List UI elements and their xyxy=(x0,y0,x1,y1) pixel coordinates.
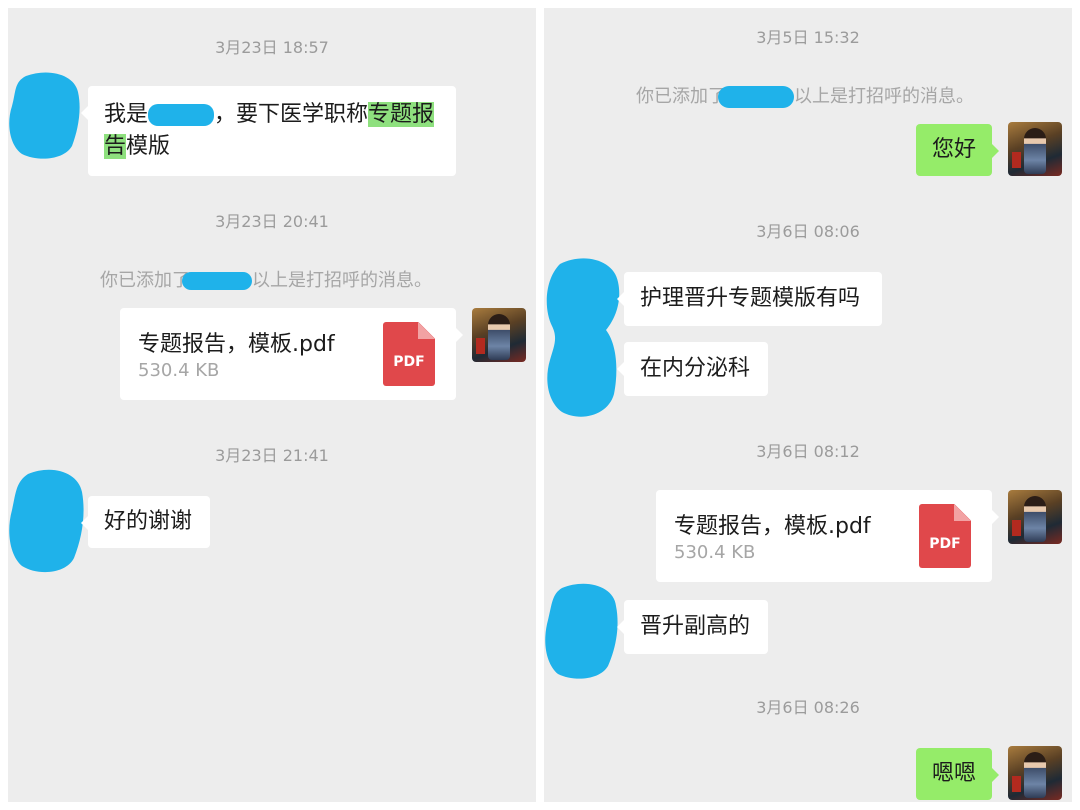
avatar-accent xyxy=(476,338,485,354)
highlighted-text: 专题报 xyxy=(368,102,435,127)
message-bubble[interactable]: 您好 xyxy=(916,124,999,176)
message-bubble[interactable]: 好的谢谢 xyxy=(81,496,210,548)
my-avatar[interactable] xyxy=(1008,122,1062,176)
system-message-prefix: 你已添加了 xyxy=(100,270,190,291)
message-bubble[interactable]: 嗯嗯 xyxy=(916,748,999,800)
redacted-name xyxy=(718,86,794,108)
redacted-avatar-icon[interactable] xyxy=(544,254,622,424)
my-avatar[interactable] xyxy=(472,308,526,362)
timestamp: 3月23日 20:41 xyxy=(215,212,329,231)
message-text: 您好 xyxy=(932,137,977,162)
redacted-name xyxy=(182,272,252,290)
my-avatar[interactable] xyxy=(1008,746,1062,800)
chat-panel-right[interactable]: 3月5日 15:32 你已添加了 以上是打招呼的消息。 您好 3月6日 08:06… xyxy=(544,8,1072,802)
highlighted-text: 告 xyxy=(104,134,127,159)
file-name: 专题报告，模板.pdf xyxy=(138,332,335,357)
message-text: 在内分泌科 xyxy=(640,356,751,381)
file-attachment[interactable]: 专题报告，模板.pdf 530.4 KB PDF xyxy=(120,308,463,400)
timestamp: 3月6日 08:26 xyxy=(756,698,860,717)
file-size: 530.4 KB xyxy=(674,542,756,563)
chat-panel-left[interactable]: 3月23日 18:57 我是 ，要下医学职称专题报告模版 3月23日 20:41 … xyxy=(8,8,536,802)
message-text: 我是 xyxy=(104,102,149,127)
timestamp: 3月5日 15:32 xyxy=(756,28,860,47)
file-name: 专题报告，模板.pdf xyxy=(674,514,871,539)
timestamp: 3月6日 08:12 xyxy=(756,442,860,461)
avatar-figure xyxy=(488,314,510,360)
redacted-avatar-icon[interactable] xyxy=(8,466,86,576)
message-bubble[interactable]: 在内分泌科 xyxy=(617,342,768,396)
pdf-fold-icon xyxy=(954,504,971,521)
timestamp: 3月23日 18:57 xyxy=(215,38,329,57)
system-message-suffix: 以上是打招呼的消息。 xyxy=(252,270,432,291)
pdf-fold-icon xyxy=(418,322,435,339)
avatar-accent xyxy=(1012,776,1021,792)
system-message: 你已添加了 以上是打招呼的消息。 xyxy=(100,266,432,292)
avatar-figure xyxy=(1024,128,1046,174)
avatar-figure xyxy=(1024,496,1046,542)
message-text: 好的谢谢 xyxy=(104,509,193,534)
pdf-label: PDF xyxy=(929,536,961,552)
message-text: 模版 xyxy=(126,134,171,159)
pdf-label: PDF xyxy=(393,354,425,370)
message-text: 护理晋升专题模版有吗 xyxy=(640,286,861,311)
file-size: 530.4 KB xyxy=(138,360,220,381)
system-message: 你已添加了 以上是打招呼的消息。 xyxy=(636,82,974,108)
message-text: ，要下医学职称 xyxy=(214,102,369,127)
avatar-accent xyxy=(1012,152,1021,168)
message-bubble[interactable]: 晋升副高的 xyxy=(617,600,768,654)
avatar-accent xyxy=(1012,520,1021,536)
redacted-avatar-icon[interactable] xyxy=(544,580,620,682)
system-message-suffix: 以上是打招呼的消息。 xyxy=(794,86,974,107)
message-bubble[interactable]: 护理晋升专题模版有吗 xyxy=(617,272,882,326)
timestamp: 3月23日 21:41 xyxy=(215,446,329,465)
system-message-prefix: 你已添加了 xyxy=(636,86,726,107)
my-avatar[interactable] xyxy=(1008,490,1062,544)
message-text: 晋升副高的 xyxy=(640,614,751,639)
message-text: 嗯嗯 xyxy=(932,761,977,786)
redacted-avatar-icon[interactable] xyxy=(8,70,82,160)
timestamp: 3月6日 08:06 xyxy=(756,222,860,241)
message-bubble[interactable]: 我是 ，要下医学职称专题报告模版 xyxy=(81,86,456,176)
file-attachment[interactable]: 专题报告，模板.pdf 530.4 KB PDF xyxy=(656,490,999,582)
avatar-figure xyxy=(1024,752,1046,798)
redacted-name xyxy=(148,104,215,126)
